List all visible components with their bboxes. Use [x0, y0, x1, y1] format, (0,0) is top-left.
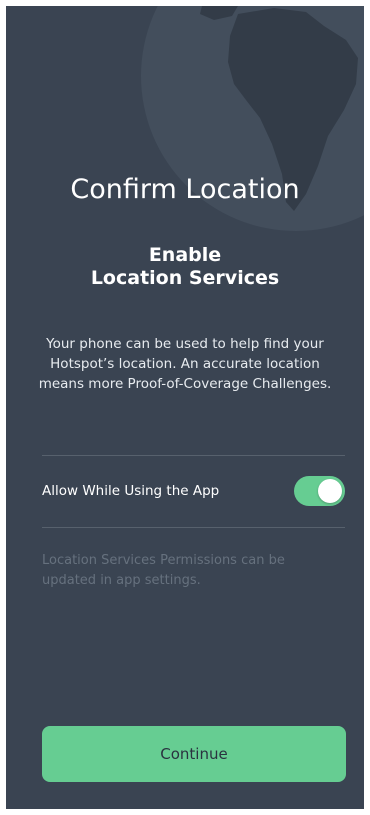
subtitle-line-1: Enable [148, 244, 222, 266]
confirm-location-screen: Confirm Location Enable Location Service… [6, 6, 364, 809]
description-text: Your phone can be used to help find your… [38, 336, 332, 392]
bottom-divider [42, 527, 345, 528]
toggle-label: Allow While Using the App [42, 483, 220, 499]
subtitle-line-2: Location Services [90, 267, 280, 289]
page-title: Confirm Location [70, 174, 300, 205]
section-subtitle: Enable Location Services [6, 244, 364, 290]
toggle-knob [318, 479, 342, 503]
allow-location-toggle[interactable] [294, 476, 345, 506]
top-divider [42, 455, 345, 456]
continue-button[interactable]: Continue [42, 726, 346, 782]
location-permission-row: Allow While Using the App [42, 470, 345, 512]
settings-note: Location Services Permissions can be upd… [42, 553, 285, 588]
